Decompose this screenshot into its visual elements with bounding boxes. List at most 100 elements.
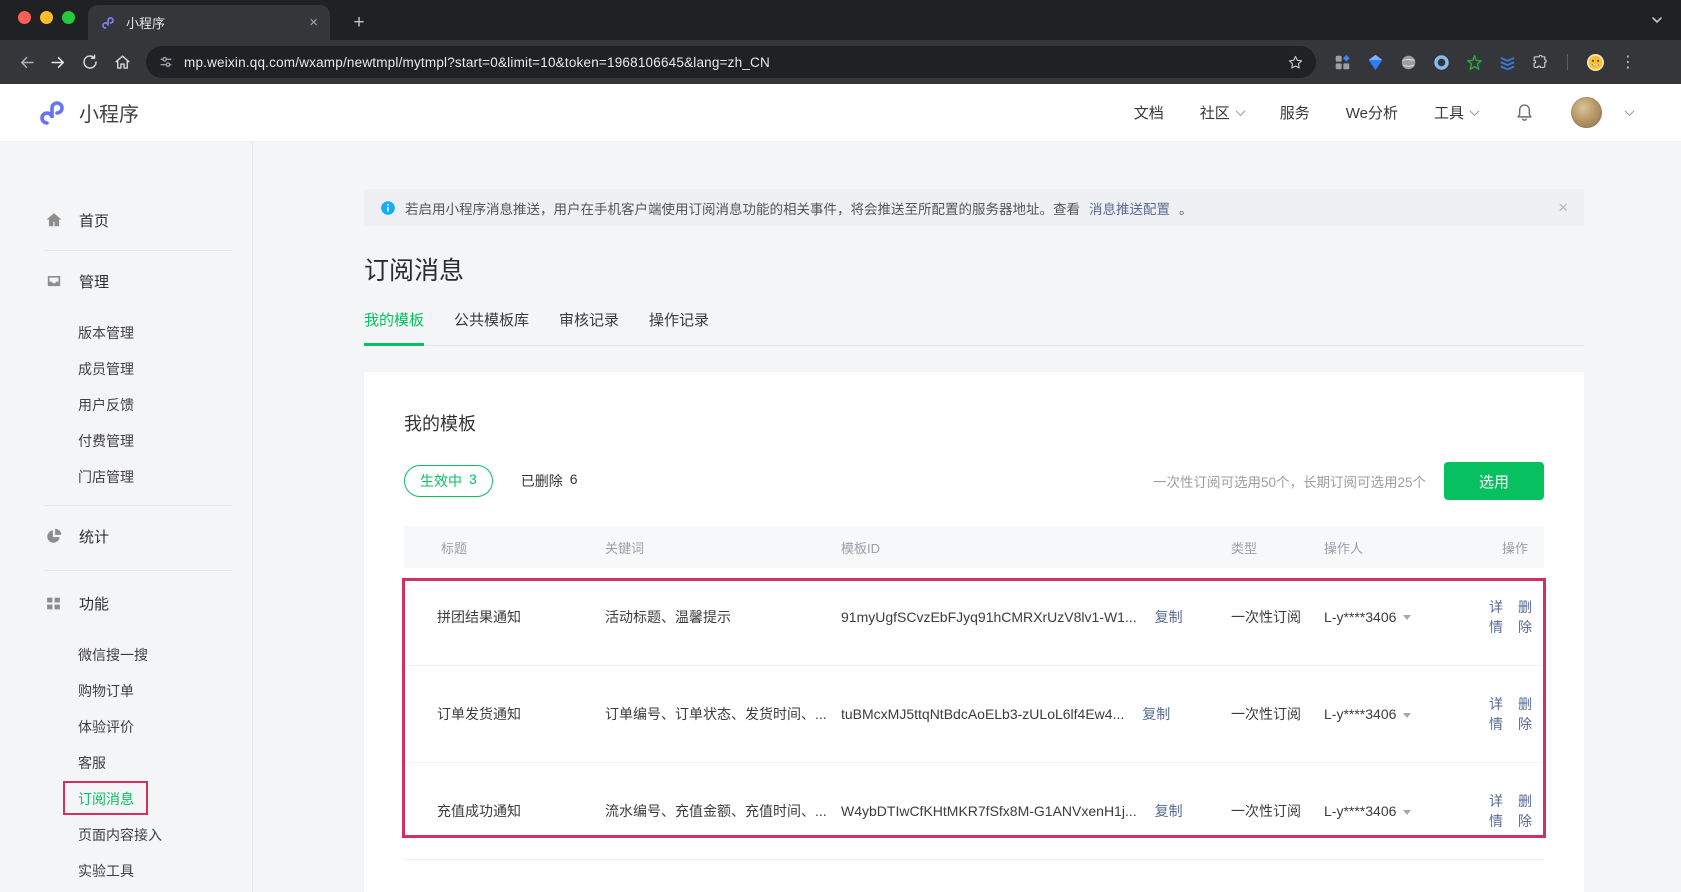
row-operator-dropdown[interactable]: L-y****3406: [1324, 706, 1489, 722]
banner-link[interactable]: 消息推送配置: [1089, 198, 1170, 218]
info-icon: [380, 200, 396, 216]
new-tab-button[interactable]: +: [346, 12, 372, 34]
reload-icon[interactable]: [74, 46, 106, 78]
filter-deleted[interactable]: 已删除6: [521, 471, 578, 491]
user-avatar[interactable]: [1571, 97, 1602, 128]
notification-bell-icon[interactable]: [1514, 102, 1535, 123]
sidebar-item-stores[interactable]: 门店管理: [0, 463, 252, 491]
nav-services[interactable]: 服务: [1280, 102, 1310, 123]
miniprogram-favicon-icon: [100, 15, 116, 31]
chevron-down-icon: [1235, 106, 1245, 116]
row-title: 充值成功通知: [404, 801, 605, 821]
extension-diamond-icon[interactable]: [1365, 52, 1385, 72]
detail-link[interactable]: 详情: [1489, 791, 1503, 831]
address-bar[interactable]: mp.weixin.qq.com/wxamp/newtmpl/mytmpl?st…: [146, 46, 1316, 78]
templates-table: 标题 关键词 模板ID 类型 操作人 操作 拼团结果通知 活动标题、温馨提示: [404, 526, 1544, 860]
select-template-button[interactable]: 选用: [1444, 462, 1544, 500]
tab-public-library[interactable]: 公共模板库: [454, 309, 529, 346]
tab-close-icon[interactable]: ×: [309, 14, 318, 31]
pie-chart-icon: [44, 527, 63, 546]
browser-menu-icon[interactable]: ⋮: [1618, 52, 1638, 72]
extension-layers-icon[interactable]: [1497, 52, 1517, 72]
account-chevron-down-icon[interactable]: [1625, 106, 1635, 116]
copy-link[interactable]: 复制: [1142, 704, 1170, 724]
nav-community[interactable]: 社区: [1200, 102, 1244, 123]
copy-link[interactable]: 复制: [1155, 607, 1183, 627]
window-zoom-button[interactable]: [62, 11, 75, 24]
sidebar-section-statistics[interactable]: 统计: [0, 524, 252, 548]
miniprogram-logo[interactable]: 小程序: [36, 97, 139, 129]
col-title: 标题: [404, 538, 605, 557]
page-title: 订阅消息: [364, 251, 1584, 287]
banner-close-icon[interactable]: ×: [1558, 198, 1568, 218]
url-text[interactable]: mp.weixin.qq.com/wxamp/newtmpl/mytmpl?st…: [184, 55, 1277, 70]
nav-we-analytics[interactable]: We分析: [1346, 102, 1398, 123]
extensions-puzzle-icon[interactable]: [1530, 52, 1550, 72]
caret-down-icon: [1403, 713, 1411, 718]
site-settings-icon[interactable]: [158, 54, 174, 70]
sidebar-item-experiment-tools[interactable]: 实验工具: [0, 857, 252, 885]
browser-tab[interactable]: 小程序 ×: [88, 5, 330, 40]
row-operator-dropdown[interactable]: L-y****3406: [1324, 609, 1489, 625]
sidebar-item-members[interactable]: 成员管理: [0, 355, 252, 383]
nav-docs[interactable]: 文档: [1134, 102, 1164, 123]
sidebar-item-shopping-orders[interactable]: 购物订单: [0, 677, 252, 705]
detail-link[interactable]: 详情: [1489, 597, 1503, 637]
tab-review-records[interactable]: 审核记录: [559, 309, 619, 346]
extension-grid-icon[interactable]: [1332, 52, 1352, 72]
nav-tools[interactable]: 工具: [1434, 102, 1478, 123]
sidebar-section-features[interactable]: 功能: [0, 591, 252, 615]
sidebar-item-payment[interactable]: 付费管理: [0, 427, 252, 455]
row-type: 一次性订阅: [1231, 704, 1324, 724]
sidebar-divider: [44, 250, 232, 251]
filter-active-pill[interactable]: 生效中3: [404, 465, 493, 497]
browser-profile-avatar[interactable]: [1585, 52, 1605, 72]
table-row: 订单发货通知 订单编号、订单状态、发货时间、... tuBMcxMJ5ttqNt…: [404, 665, 1544, 762]
tab-title: 小程序: [126, 13, 299, 32]
sidebar-item-feedback[interactable]: 用户反馈: [0, 391, 252, 419]
sidebar-features-items: 微信搜一搜 购物订单 体验评价 客服 订阅消息 页面内容接入 实验工具: [0, 641, 252, 885]
detail-link[interactable]: 详情: [1489, 694, 1503, 734]
copy-link[interactable]: 复制: [1155, 801, 1183, 821]
sidebar-section-manage[interactable]: 管理: [0, 269, 252, 293]
col-type: 类型: [1231, 538, 1324, 557]
row-keywords: 活动标题、温馨提示: [605, 607, 841, 627]
sidebar-item-customer-service[interactable]: 客服: [0, 749, 252, 777]
sidebar-divider: [44, 505, 232, 506]
caret-down-icon: [1403, 810, 1411, 815]
col-actions: 操作: [1502, 538, 1544, 557]
screen: 小程序 × + mp.weixin.qq.com/wxamp/newtmpl/m…: [0, 0, 1681, 892]
sidebar-item-experience-review[interactable]: 体验评价: [0, 713, 252, 741]
delete-link[interactable]: 删除: [1518, 597, 1532, 637]
tab-search-icon[interactable]: [1645, 9, 1669, 31]
back-icon[interactable]: [10, 46, 42, 78]
miniprogram-logo-icon: [36, 97, 68, 129]
table-rows: 拼团结果通知 活动标题、温馨提示 91myUgfSCvzEbFJyq91hCMR…: [404, 568, 1544, 860]
row-template-id: tuBMcxMJ5ttqNtBdcAoELb3-zULoL6lf4Ew4...: [841, 706, 1124, 722]
sidebar-item-subscribe-message[interactable]: 订阅消息: [0, 785, 252, 813]
sidebar-item-version[interactable]: 版本管理: [0, 319, 252, 347]
extension-star-icon[interactable]: [1464, 52, 1484, 72]
home-icon: [44, 211, 63, 230]
sidebar-item-wechat-search[interactable]: 微信搜一搜: [0, 641, 252, 669]
filter-row: 生效中3 已删除6 一次性订阅可选用50个，长期订阅可选用25个 选用: [404, 462, 1544, 500]
home-toolbar-icon[interactable]: [106, 46, 138, 78]
toolbar-separator: [1567, 54, 1568, 70]
tab-my-templates[interactable]: 我的模板: [364, 309, 424, 346]
bookmark-star-icon[interactable]: [1287, 54, 1304, 71]
window-close-button[interactable]: [18, 11, 31, 24]
delete-link[interactable]: 删除: [1518, 791, 1532, 831]
window-minimize-button[interactable]: [40, 11, 53, 24]
delete-link[interactable]: 删除: [1518, 694, 1532, 734]
extension-ring-icon[interactable]: [1431, 52, 1451, 72]
sidebar-item-home[interactable]: 首页: [0, 208, 252, 232]
forward-icon[interactable]: [42, 46, 74, 78]
browser-toolbar: mp.weixin.qq.com/wxamp/newtmpl/mytmpl?st…: [0, 40, 1681, 84]
tab-operation-records[interactable]: 操作记录: [649, 309, 709, 346]
extension-globe-icon[interactable]: [1398, 52, 1418, 72]
col-template-id: 模板ID: [841, 538, 1231, 557]
row-template-id: 91myUgfSCvzEbFJyq91hCMRXrUzV8lv1-W1...: [841, 609, 1137, 625]
sidebar: 首页 管理 版本管理 成员管理 用户反馈 付费管理 门店管理: [0, 142, 253, 892]
row-operator-dropdown[interactable]: L-y****3406: [1324, 803, 1489, 819]
sidebar-item-page-content[interactable]: 页面内容接入: [0, 821, 252, 849]
